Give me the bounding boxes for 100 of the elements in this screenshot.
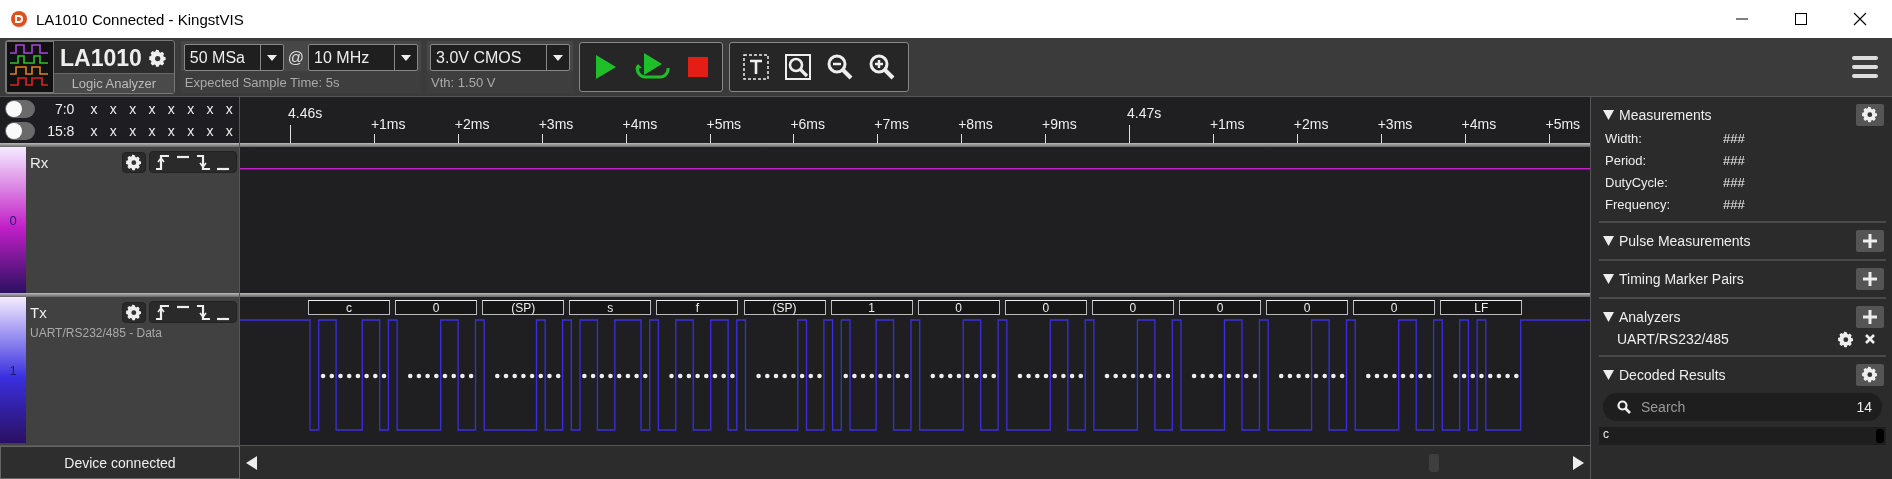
remove-icon[interactable]	[1864, 333, 1876, 345]
tick-mark	[1464, 134, 1466, 143]
decoded-label: 1	[830, 300, 913, 315]
bit-value: x	[166, 123, 176, 139]
scroll-right-icon[interactable]	[1572, 455, 1584, 470]
channel-number: 1	[9, 362, 17, 378]
decoded-label: 0	[917, 300, 1000, 315]
app-logo-icon	[10, 10, 28, 28]
expand-arrow-icon[interactable]	[1603, 370, 1614, 380]
decoded-label: 0	[1004, 300, 1087, 315]
dropdown[interactable]: 10 MHz	[308, 44, 419, 71]
dropdown[interactable]: 3.0V CMOS	[430, 44, 571, 71]
section-title[interactable]: Analyzers	[1619, 309, 1851, 325]
zoom-fit-icon[interactable]	[784, 53, 813, 81]
analyzer-name[interactable]: UART/RS232/485	[1617, 331, 1827, 347]
bit-value: x	[89, 123, 99, 139]
sample-dots	[1191, 373, 1258, 379]
caret-icon[interactable]	[553, 54, 564, 61]
decoded-label: c	[308, 300, 390, 315]
menu-icon[interactable]	[1852, 55, 1878, 79]
channel-name: Rx	[30, 153, 50, 171]
time-label: +2ms	[1293, 116, 1329, 132]
dropdown[interactable]: 50 MSa	[183, 44, 284, 71]
time-label: +3ms	[1377, 116, 1413, 132]
scroll-left-icon[interactable]	[246, 455, 258, 470]
add-button[interactable]	[1856, 230, 1884, 252]
tick-mark	[961, 134, 963, 143]
text-box-icon[interactable]	[742, 53, 771, 81]
toggle-switch[interactable]	[5, 122, 35, 140]
settings-button[interactable]	[1856, 364, 1884, 386]
tick-mark	[625, 134, 627, 143]
section-title[interactable]: Measurements	[1619, 107, 1851, 123]
time-label: +1ms	[1209, 116, 1245, 132]
stop-icon[interactable]	[686, 55, 711, 79]
sample-dots	[320, 373, 387, 379]
sample-dots	[495, 373, 561, 379]
rising-edge-icon[interactable]	[155, 153, 171, 171]
time-label: +9ms	[1042, 116, 1077, 132]
decoded-label: (SP)	[743, 300, 826, 315]
bit-value: x	[166, 101, 176, 117]
expand-arrow-icon[interactable]	[1603, 236, 1614, 246]
time-label: 4.47s	[1127, 105, 1162, 121]
decoded-label: 0	[1266, 300, 1349, 315]
settings-icon[interactable]	[1861, 106, 1879, 124]
expand-arrow-icon[interactable]	[1603, 312, 1614, 322]
horizontal-scrollbar[interactable]	[240, 446, 1590, 479]
plus-icon[interactable]	[1862, 271, 1878, 287]
time-label: +4ms	[622, 116, 658, 132]
bit-value: x	[108, 123, 118, 139]
plus-icon[interactable]	[1862, 309, 1878, 325]
measurement-label: DutyCycle:	[1605, 174, 1669, 190]
sample-dots	[1366, 373, 1432, 379]
settings-button[interactable]	[1856, 104, 1884, 126]
bit-value: x	[108, 101, 118, 117]
tick-mark	[709, 134, 711, 143]
tick-mark	[877, 134, 879, 143]
falling-edge-icon[interactable]	[195, 303, 211, 321]
tick-mark	[1380, 134, 1382, 143]
zoom-out-icon[interactable]	[826, 53, 855, 81]
settings-icon[interactable]	[147, 48, 168, 69]
caret-icon[interactable]	[266, 54, 277, 61]
falling-edge-icon[interactable]	[195, 153, 211, 171]
at-label: @	[287, 48, 305, 67]
add-button[interactable]	[1856, 268, 1884, 290]
zoom-in-icon[interactable]	[868, 53, 897, 81]
section-title[interactable]: Timing Marker Pairs	[1619, 271, 1851, 287]
sample-dots	[669, 373, 735, 379]
measurement-value: ###	[1723, 196, 1745, 212]
bit-value: x	[205, 101, 215, 117]
bit-value: x	[147, 101, 157, 117]
section-title[interactable]: Decoded Results	[1619, 367, 1851, 383]
caret-icon[interactable]	[401, 54, 412, 61]
rising-edge-icon[interactable]	[155, 303, 171, 321]
result-item[interactable]: c	[1599, 427, 1874, 441]
search-field[interactable]: Search	[1639, 398, 1849, 416]
sample-dots	[930, 373, 996, 379]
settings-icon[interactable]	[1861, 366, 1879, 384]
search-bar[interactable]: Search 14	[1603, 393, 1882, 421]
device-subtitle: Logic Analyzer	[54, 73, 174, 93]
add-button[interactable]	[1856, 306, 1884, 328]
window-title: LA1010 Connected - KingstVIS	[36, 10, 244, 28]
analyzer-label: UART/RS232/485 - Data	[30, 326, 163, 340]
plus-icon[interactable]	[1862, 233, 1878, 249]
status-message: Device connected	[0, 446, 240, 479]
bit-value: x	[224, 101, 234, 117]
close-icon[interactable]	[1853, 12, 1867, 26]
expected-time-label: Expected Sample Time: 5s	[180, 71, 422, 93]
tick-mark	[541, 134, 543, 143]
group-label: 7:0	[53, 101, 75, 117]
tick-mark	[457, 134, 459, 143]
toggle-switch[interactable]	[5, 100, 35, 118]
maximize-icon[interactable]	[1794, 12, 1808, 26]
expand-arrow-icon[interactable]	[1603, 110, 1614, 120]
tick-mark	[1212, 134, 1214, 143]
expand-arrow-icon[interactable]	[1603, 274, 1614, 284]
tick-mark	[373, 134, 375, 143]
tick-mark	[1129, 125, 1130, 143]
scroll-thumb[interactable]	[1876, 429, 1884, 443]
section-title[interactable]: Pulse Measurements	[1619, 233, 1851, 249]
settings-icon[interactable]	[1837, 330, 1854, 348]
